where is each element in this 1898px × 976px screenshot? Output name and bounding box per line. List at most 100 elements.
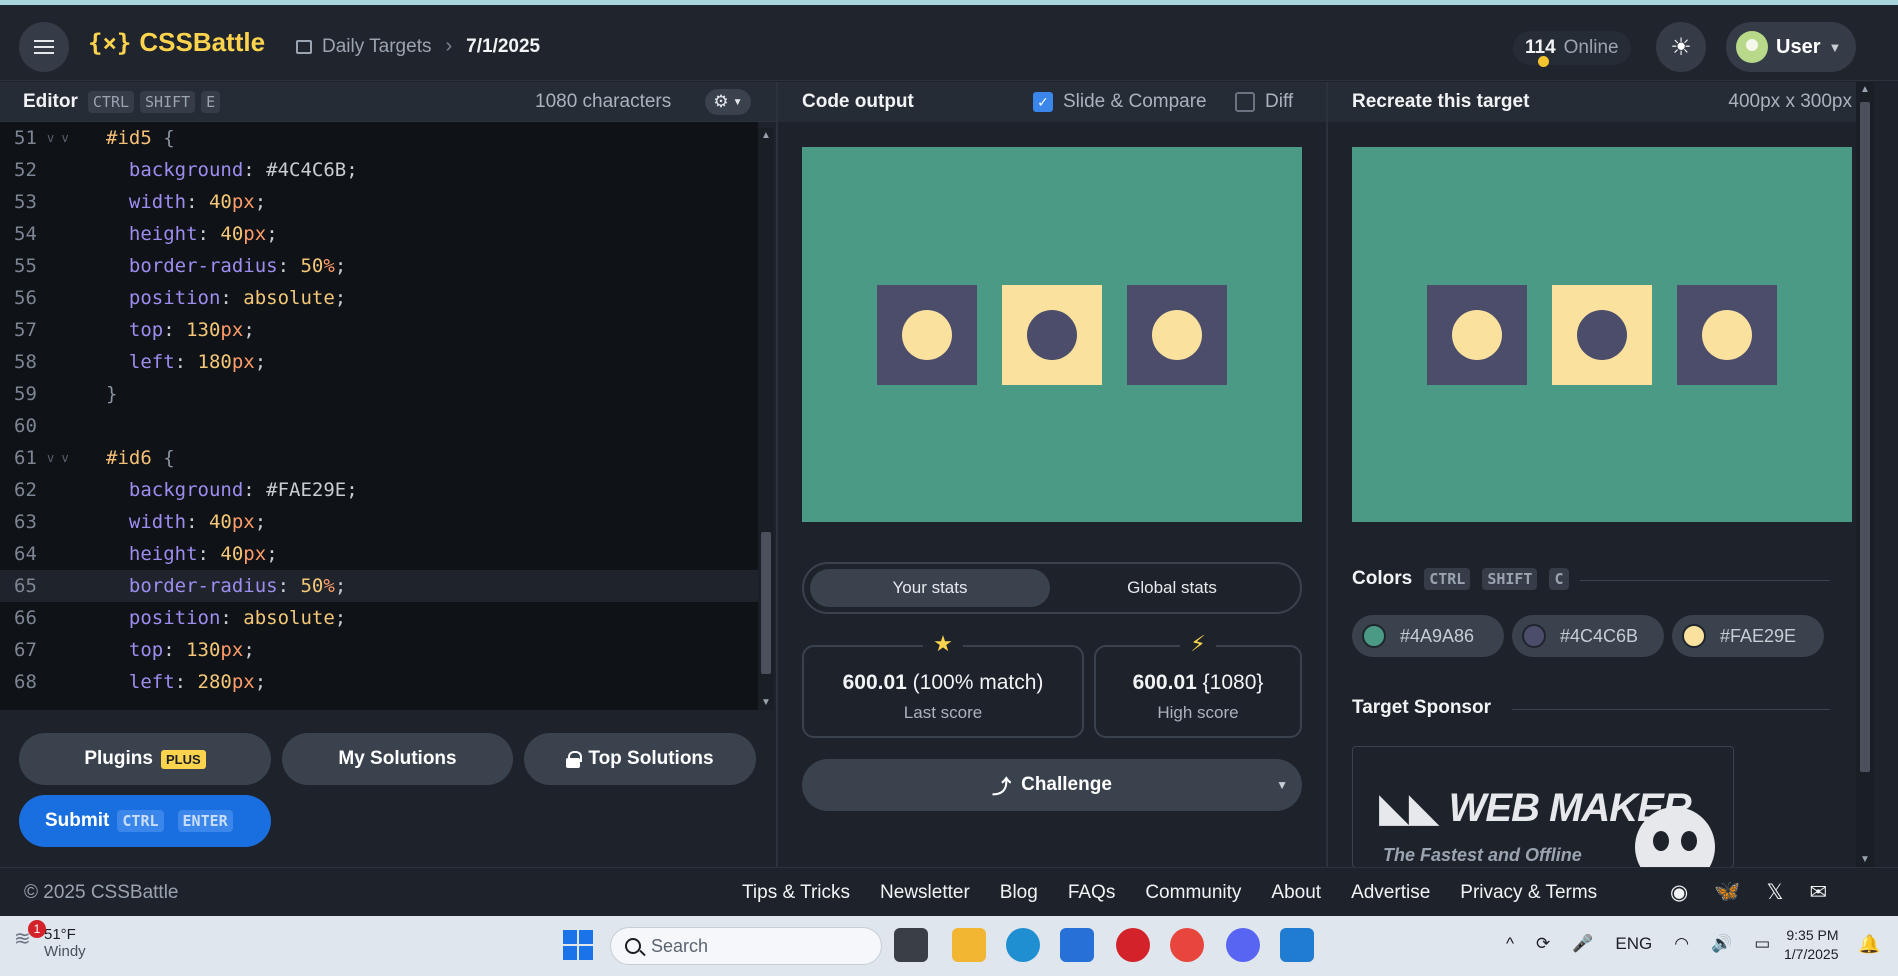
page-scroll-thumb[interactable] [1860, 102, 1870, 772]
code-token: #id5 [106, 127, 152, 149]
code-line[interactable]: 56 position: absolute; [0, 282, 758, 314]
code-line[interactable]: 65 border-radius: 50%; [0, 570, 758, 602]
bluesky-icon[interactable]: 🦋 [1714, 880, 1740, 905]
task-view-icon[interactable] [894, 928, 928, 962]
footer-link-newsletter[interactable]: Newsletter [880, 882, 970, 904]
code-line[interactable]: 57 top: 130px; [0, 314, 758, 346]
diff-checkbox[interactable]: Diff [1235, 91, 1293, 113]
code-line[interactable]: 53 width: 40px; [0, 186, 758, 218]
page-scrollbar[interactable]: ▲ ▼ [1856, 82, 1874, 867]
checkbox-checked-icon[interactable]: ✓ [1033, 92, 1053, 112]
code-line[interactable]: 60 [0, 410, 758, 442]
top-solutions-button[interactable]: Top Solutions [524, 733, 756, 785]
clock[interactable]: 9:35 PM 1/7/2025 [1784, 926, 1839, 964]
output-canvas[interactable] [802, 147, 1302, 522]
code-token: width [106, 511, 187, 533]
submit-button[interactable]: Submit CTRL ENTER [19, 795, 271, 847]
footer-link-advertise[interactable]: Advertise [1351, 882, 1430, 904]
code-token: px [243, 223, 267, 245]
x-icon[interactable]: 𝕏 [1766, 880, 1783, 905]
code-line[interactable]: 63 width: 40px; [0, 506, 758, 538]
code-line[interactable]: 59} [0, 378, 758, 410]
chrome-icon[interactable] [1170, 928, 1204, 962]
challenge-button[interactable]: ⤴ Challenge ▼ [802, 759, 1302, 811]
plugins-button[interactable]: Plugins PLUS [19, 733, 271, 785]
code-token: left [106, 671, 175, 693]
code-line[interactable]: 66 position: absolute; [0, 602, 758, 634]
code-line[interactable]: 52 background: #4C4C6B; [0, 154, 758, 186]
color-swatch[interactable]: #4A9A86 [1352, 615, 1504, 657]
code-line[interactable]: 58 left: 180px; [0, 346, 758, 378]
footer-link-privacy[interactable]: Privacy & Terms [1460, 882, 1597, 904]
tab-your-stats[interactable]: Your stats [810, 569, 1050, 607]
chevron-up-icon[interactable]: ^ [1506, 934, 1514, 954]
menu-button[interactable] [19, 22, 69, 72]
my-solutions-button[interactable]: My Solutions [282, 733, 513, 785]
code-editor[interactable]: 51 v v #id5 {52 background: #4C4C6B; 53 wid… [0, 122, 758, 710]
high-score-line: 600.01 {1080} [1096, 671, 1300, 695]
footer-link-community[interactable]: Community [1145, 882, 1241, 904]
code-line[interactable]: 68 left: 280px; [0, 666, 758, 698]
theme-toggle-button[interactable]: ☀ [1656, 22, 1706, 72]
chevron-down-icon[interactable]: ▼ [1276, 778, 1288, 792]
discord-icon[interactable]: ◉ [1670, 880, 1688, 905]
color-swatch[interactable]: #FAE29E [1672, 615, 1824, 657]
code-line[interactable]: 61 v v #id6 { [0, 442, 758, 474]
code-line[interactable]: 54 height: 40px; [0, 218, 758, 250]
user-menu-button[interactable]: User ▼ [1726, 22, 1856, 72]
site-logo[interactable]: {⨯} CSSBattle [88, 27, 265, 58]
opera-icon[interactable] [1116, 928, 1150, 962]
footer-link-about[interactable]: About [1271, 882, 1321, 904]
edge-icon[interactable] [1006, 928, 1040, 962]
code-token: : [163, 639, 187, 661]
sync-icon[interactable]: ⟳ [1536, 934, 1550, 954]
code-token: px [220, 319, 244, 341]
weather-widget[interactable]: ≋ 1 51°F Windy [14, 920, 86, 960]
wifi-icon[interactable]: ◠ [1674, 934, 1689, 954]
battery-icon[interactable]: ▭ [1754, 934, 1770, 954]
vscode-icon[interactable] [1280, 928, 1314, 962]
volume-icon[interactable]: 🔊 [1711, 934, 1732, 954]
shortcut-key: E [201, 90, 221, 113]
code-line[interactable]: 64 height: 40px; [0, 538, 758, 570]
taskbar-search[interactable]: Search [610, 927, 882, 965]
windows-start-icon[interactable] [563, 930, 593, 960]
microphone-icon[interactable]: 🎤 [1572, 934, 1593, 954]
editor-scroll-thumb[interactable] [761, 532, 771, 674]
scroll-up-icon[interactable]: ▲ [761, 130, 771, 141]
editor-settings-button[interactable]: ⚙ ▼ [705, 89, 751, 115]
code-line[interactable]: 51 v v #id5 { [0, 122, 758, 154]
code-token: { [151, 127, 175, 149]
high-score-value: 600.01 [1132, 671, 1197, 694]
breadcrumb-daily-targets[interactable]: Daily Targets [322, 36, 431, 58]
footer-link-faqs[interactable]: FAQs [1068, 882, 1116, 904]
code-token: % [323, 575, 335, 597]
discord-app-icon[interactable] [1226, 928, 1260, 962]
scroll-down-icon[interactable]: ▼ [1860, 854, 1870, 865]
canvas-square [1552, 285, 1652, 385]
checkbox-unchecked-icon[interactable] [1235, 92, 1255, 112]
code-line[interactable]: 55 border-radius: 50%; [0, 250, 758, 282]
editor-scrollbar[interactable]: ▲ ▼ [758, 128, 774, 710]
footer-link-blog[interactable]: Blog [1000, 882, 1038, 904]
fold-icon[interactable]: v v [47, 442, 69, 474]
notification-bell-icon[interactable]: 🔔 [1858, 934, 1880, 955]
tab-global-stats[interactable]: Global stats [1052, 569, 1292, 607]
line-number: 66 [14, 607, 37, 629]
fold-icon[interactable]: v v [47, 122, 69, 154]
scroll-up-icon[interactable]: ▲ [1860, 84, 1870, 95]
code-token: : [220, 287, 244, 309]
code-line[interactable]: 67 top: 130px; [0, 634, 758, 666]
mail-icon[interactable]: ✉ [1809, 880, 1827, 905]
scroll-down-icon[interactable]: ▼ [761, 697, 771, 708]
code-line[interactable]: 62 background: #FAE29E; [0, 474, 758, 506]
sponsor-banner[interactable]: ◣◣ WEB MAKER The Fastest and Offline [1352, 746, 1734, 868]
code-token: 50 [300, 255, 324, 277]
slide-compare-checkbox[interactable]: ✓ Slide & Compare [1033, 91, 1207, 113]
footer-link-tips[interactable]: Tips & Tricks [742, 882, 850, 904]
language-indicator[interactable]: ENG [1615, 934, 1652, 954]
store-icon[interactable] [1060, 928, 1094, 962]
canvas-square [1427, 285, 1527, 385]
file-explorer-icon[interactable] [952, 928, 986, 962]
color-swatch[interactable]: #4C4C6B [1512, 615, 1664, 657]
